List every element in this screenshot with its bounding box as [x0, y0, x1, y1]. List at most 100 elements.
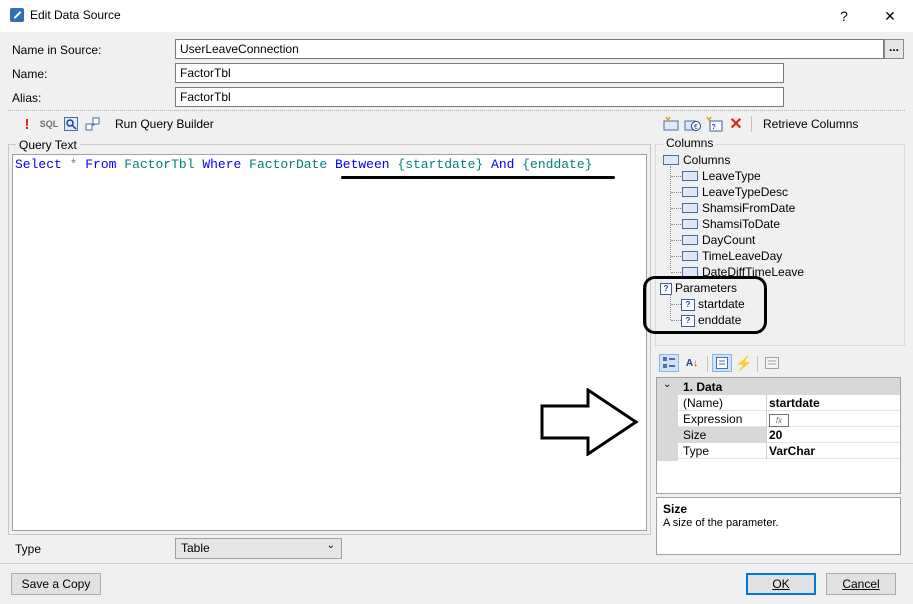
browse-button[interactable]: ...: [884, 39, 904, 59]
property-grid[interactable]: ⌄ 1. Data (Name) startdate Expression fx Siz…: [656, 377, 901, 494]
query-token: [327, 157, 335, 172]
column-item[interactable]: ShamsiToDate: [682, 216, 780, 232]
query-token: [241, 157, 249, 172]
column-item[interactable]: LeaveTypeDesc: [682, 184, 788, 200]
property-value[interactable]: startdate: [769, 395, 899, 411]
category-label: 1. Data: [683, 380, 723, 394]
new-calc-column-icon[interactable]: €: [684, 115, 702, 133]
ok-label: OK: [772, 577, 790, 591]
name-field[interactable]: FactorTbl: [175, 63, 784, 83]
column-item[interactable]: ShamsiFromDate: [682, 200, 795, 216]
name-label: Name:: [12, 67, 48, 81]
query-text-editor[interactable]: Select * From FactorTbl Where FactorDate…: [12, 154, 647, 531]
query-token: Where: [202, 157, 242, 172]
column-icon: [682, 250, 698, 261]
tree-branch: [671, 240, 681, 241]
property-pages-icon[interactable]: [763, 354, 781, 372]
column-label: ShamsiFromDate: [702, 201, 796, 215]
column-item[interactable]: DayCount: [682, 232, 755, 248]
tree-root-columns[interactable]: Columns: [663, 152, 730, 168]
columns-folder-icon: [663, 154, 679, 165]
property-row[interactable]: Size 20: [678, 427, 900, 443]
name-in-source-field[interactable]: UserLeaveConnection: [175, 39, 884, 59]
new-column-icon[interactable]: [662, 115, 680, 133]
column-label: ShamsiToDate: [702, 217, 781, 231]
property-row[interactable]: Expression fx: [678, 411, 900, 427]
properties-icon[interactable]: [712, 354, 732, 372]
type-select-value: Table: [181, 541, 210, 555]
column-item[interactable]: TimeLeaveDay: [682, 248, 782, 264]
query-token: FactorTbl: [124, 157, 195, 172]
svg-text:?: ?: [712, 124, 716, 131]
divider: [757, 356, 758, 372]
tree-line: [670, 166, 671, 270]
query-builder-icon[interactable]: [84, 115, 102, 133]
alias-label: Alias:: [12, 91, 42, 105]
property-name: (Name): [678, 395, 767, 411]
query-token: [483, 157, 491, 172]
property-value[interactable]: 20: [769, 427, 899, 443]
run-query-builder-button[interactable]: Run Query Builder: [115, 117, 214, 131]
divider: [707, 356, 708, 372]
tree-branch: [671, 192, 681, 193]
footer-separator: [0, 563, 913, 564]
chevron-down-icon: ⌄: [326, 540, 335, 551]
cancel-button[interactable]: Cancel: [826, 573, 896, 595]
alias-field[interactable]: FactorTbl: [175, 87, 784, 107]
app-icon: [10, 8, 24, 22]
help-button[interactable]: ?: [821, 0, 867, 32]
description-title: Size: [663, 502, 688, 516]
collapse-icon[interactable]: ⌄: [663, 379, 671, 390]
property-value[interactable]: VarChar: [769, 443, 899, 459]
column-icon: [682, 170, 698, 181]
exclamation-icon[interactable]: !: [18, 115, 36, 133]
query-token: Between: [334, 157, 390, 172]
property-value[interactable]: fx: [769, 411, 899, 427]
delete-icon[interactable]: ✕: [727, 115, 745, 133]
annotation-underline: [341, 176, 615, 179]
close-button[interactable]: ✕: [867, 0, 913, 32]
tree-branch: [671, 256, 681, 257]
sql-icon[interactable]: SQL: [38, 115, 60, 133]
tree-branch: [671, 208, 681, 209]
annotation-arrow-icon: [540, 388, 639, 456]
sort-alpha-icon[interactable]: A ↓: [681, 354, 703, 372]
tree-branch: [671, 272, 681, 273]
column-label: LeaveType: [702, 169, 761, 183]
description-panel: Size A size of the parameter.: [656, 497, 901, 555]
column-icon: [682, 218, 698, 229]
new-parameter-icon[interactable]: ?: [706, 115, 724, 133]
type-label: Type: [15, 542, 42, 556]
retrieve-columns-button[interactable]: Retrieve Columns: [763, 117, 858, 131]
toolbar-divider: [751, 116, 752, 132]
property-value-text: startdate: [769, 396, 820, 410]
query-view-icon[interactable]: [62, 115, 80, 133]
column-item[interactable]: LeaveType: [682, 168, 761, 184]
query-token: FactorDate: [249, 157, 328, 172]
category-header[interactable]: ⌄ 1. Data: [657, 378, 900, 395]
column-icon: [682, 186, 698, 197]
column-label: DayCount: [702, 233, 756, 247]
query-token: From: [85, 157, 117, 172]
property-toolbar: A ↓ ⚡: [655, 350, 905, 376]
column-label: TimeLeaveDay: [702, 249, 783, 263]
query-token: {startdate}: [397, 157, 484, 172]
property-row[interactable]: Type VarChar: [678, 443, 900, 459]
description-text: A size of the parameter.: [663, 517, 779, 529]
property-row[interactable]: (Name) startdate: [678, 395, 900, 411]
expression-editor-button[interactable]: fx: [769, 414, 789, 427]
title-bar: [0, 0, 913, 32]
property-value-text: 20: [769, 428, 783, 442]
ok-button[interactable]: OK: [746, 573, 816, 595]
events-icon[interactable]: ⚡: [735, 354, 753, 372]
tree-branch: [671, 224, 681, 225]
column-icon: [682, 202, 698, 213]
query-token: Select: [15, 157, 62, 172]
grid-gutter: [657, 395, 678, 461]
columns-legend: Columns: [663, 136, 717, 150]
query-token: And: [491, 157, 515, 172]
type-select[interactable]: Table ⌄: [175, 538, 342, 559]
save-copy-button[interactable]: Save a Copy: [11, 573, 101, 595]
column-icon: [682, 234, 698, 245]
categorized-icon[interactable]: [659, 354, 679, 372]
